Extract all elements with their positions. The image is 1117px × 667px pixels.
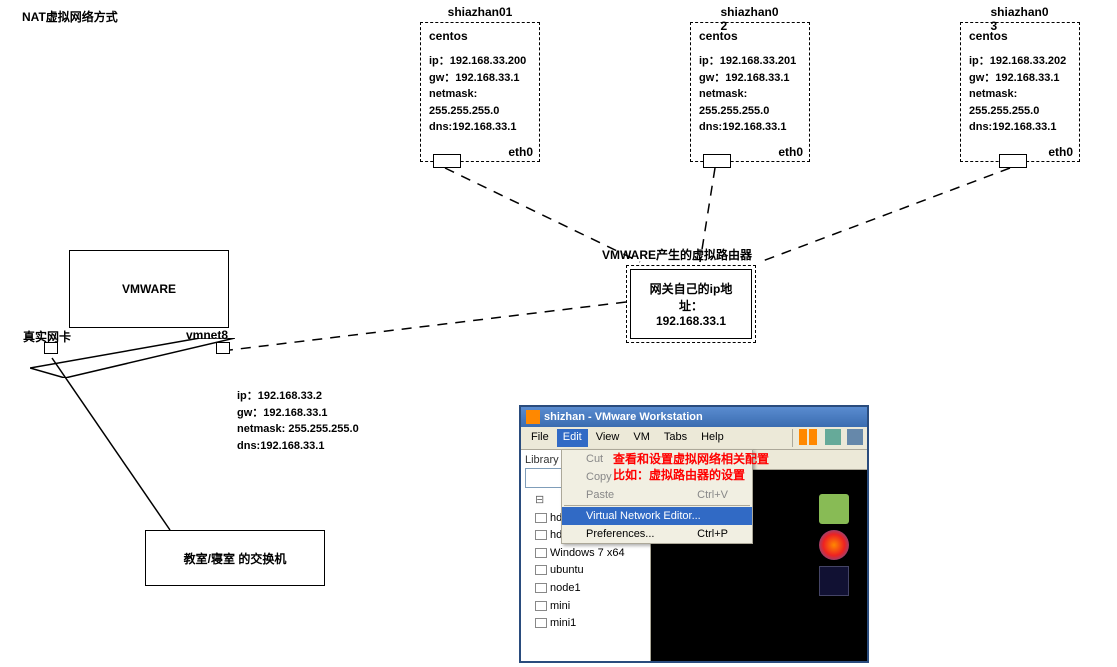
firefox-icon[interactable]: [819, 530, 849, 560]
vm-os-1: centos: [421, 23, 539, 53]
vm-ip-1: ip：192.168.33.200: [429, 53, 531, 70]
vm-dns-3: dns:192.168.33.1: [969, 119, 1071, 136]
tree-item[interactable]: node1: [525, 580, 646, 598]
vmware-base-shape: [30, 338, 235, 378]
eth-label-1: eth0: [508, 145, 533, 159]
pause-icon-2[interactable]: [809, 429, 817, 445]
vmw-menubar: File Edit View VM Tabs Help: [521, 427, 867, 450]
vmnet8-netmask: netmask: 255.255.255.0: [237, 421, 359, 438]
vm-box-1: shiazhan01 centos ip：192.168.33.200 gw：1…: [420, 22, 540, 162]
vm-name-2: shiazhan0 2: [721, 5, 780, 33]
eth-port-1: [433, 154, 461, 168]
tree-item[interactable]: mini1: [525, 615, 646, 633]
menu-file[interactable]: File: [525, 429, 555, 447]
vmw-window-title: shizhan - VMware Workstation: [544, 411, 703, 423]
vmnet8-gw: gw：192.168.33.1: [237, 405, 359, 422]
tree-item[interactable]: mini: [525, 598, 646, 616]
eth-port-3: [999, 154, 1027, 168]
page-title: NAT虚拟网络方式: [22, 8, 118, 25]
toolbar-icon[interactable]: [825, 429, 841, 445]
vmnet8-port: [216, 342, 230, 354]
vm-gw-1: gw：192.168.33.1: [429, 70, 531, 87]
red-note-line1: 查看和设置虚拟网络相关配置: [613, 452, 769, 468]
vm-name-1: shiazhan01: [448, 5, 513, 19]
menu-tabs[interactable]: Tabs: [658, 429, 693, 447]
vm-dns-2: dns:192.168.33.1: [699, 119, 801, 136]
menu-view[interactable]: View: [590, 429, 626, 447]
menu-help[interactable]: Help: [695, 429, 730, 447]
vm-netmask-3: netmask: 255.255.255.0: [969, 86, 1071, 119]
menu-vm[interactable]: VM: [627, 429, 656, 447]
vm-gw-3: gw：192.168.33.1: [969, 70, 1071, 87]
fullscreen-icon[interactable]: [847, 429, 863, 445]
vm-box-3: shiazhan0 3 centos ip：192.168.33.202 gw：…: [960, 22, 1080, 162]
gateway-ip: 192.168.33.1: [641, 314, 741, 328]
trash-icon[interactable]: [819, 494, 849, 524]
vm-netmask-1: netmask: 255.255.255.0: [429, 86, 531, 119]
menu-edit[interactable]: Edit: [557, 429, 588, 447]
vm-gw-2: gw：192.168.33.1: [699, 70, 801, 87]
toolbar-separator: [792, 429, 793, 447]
tree-item[interactable]: Windows 7 x64: [525, 545, 646, 563]
pause-icon[interactable]: [799, 429, 807, 445]
vm-box-2: shiazhan0 2 centos ip：192.168.33.201 gw：…: [690, 22, 810, 162]
red-annotation: 查看和设置虚拟网络相关配置 比如：虚拟路由器的设置: [613, 452, 769, 483]
vm-dns-1: dns:192.168.33.1: [429, 119, 531, 136]
real-nic-port: [44, 342, 58, 354]
menu-virtual-network-editor[interactable]: Virtual Network Editor...: [562, 507, 752, 525]
router-label: VMWARE产生的虚拟路由器: [602, 246, 752, 263]
vm-name-3: shiazhan0 3: [991, 5, 1050, 33]
switch-box: 教室/寝室 的交换机: [145, 530, 325, 586]
eth-label-3: eth0: [1048, 145, 1073, 159]
vm-ip-2: ip：192.168.33.201: [699, 53, 801, 70]
vmnet8-dns: dns:192.168.33.1: [237, 438, 359, 455]
vmware-app-icon: [526, 410, 540, 424]
vmnet8-ip: ip：192.168.33.2: [237, 388, 359, 405]
vmware-workstation-window: shizhan - VMware Workstation File Edit V…: [519, 405, 869, 663]
virtual-router: 网关自己的ip地址： 192.168.33.1: [626, 265, 756, 343]
vmw-titlebar: shizhan - VMware Workstation: [521, 407, 867, 427]
terminal-icon[interactable]: [819, 566, 849, 596]
eth-port-2: [703, 154, 731, 168]
menu-preferences[interactable]: Preferences...Ctrl+P: [562, 525, 752, 543]
tree-item[interactable]: ubuntu: [525, 562, 646, 580]
vmware-box: VMWARE: [69, 250, 229, 328]
vmnet8-config: ip：192.168.33.2 gw：192.168.33.1 netmask:…: [237, 388, 359, 454]
vm-netmask-2: netmask: 255.255.255.0: [699, 86, 801, 119]
menu-paste: PasteCtrl+V: [562, 486, 752, 504]
eth-label-2: eth0: [778, 145, 803, 159]
gateway-label: 网关自己的ip地址：: [641, 280, 741, 314]
vm-ip-3: ip：192.168.33.202: [969, 53, 1071, 70]
menu-separator: [564, 505, 750, 506]
red-note-line2: 比如：虚拟路由器的设置: [613, 468, 769, 484]
